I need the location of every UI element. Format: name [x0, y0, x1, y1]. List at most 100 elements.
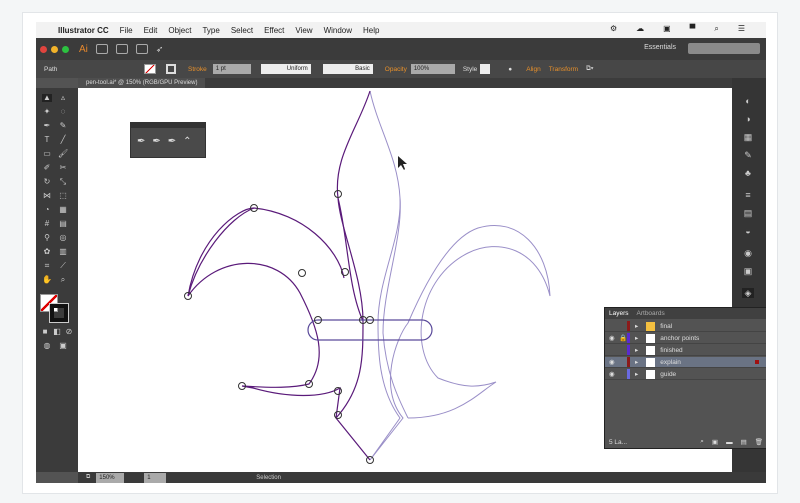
align-link[interactable]: Align: [526, 66, 540, 73]
layer-row[interactable]: ▸ finished: [605, 345, 766, 356]
stroke-swatch[interactable]: [166, 64, 176, 74]
menu-view[interactable]: View: [295, 26, 312, 35]
artboard-nav-icon[interactable]: ⧉: [86, 474, 90, 481]
gpu-icon[interactable]: ➶: [156, 44, 164, 55]
selection-tool-icon[interactable]: ▲: [42, 94, 52, 102]
menu-object[interactable]: Object: [168, 26, 191, 35]
pen-tool-icon[interactable]: ✒: [137, 136, 145, 147]
rotate-tool-icon[interactable]: ↻: [42, 178, 52, 186]
layers-panel-icon[interactable]: ◈: [742, 288, 754, 298]
workspace-switcher[interactable]: Essentials: [644, 44, 676, 51]
opacity-label[interactable]: Opacity: [385, 66, 407, 73]
type-tool-icon[interactable]: T: [42, 136, 52, 144]
line-tool-icon[interactable]: ╱: [58, 136, 68, 144]
zoom-input[interactable]: 150%: [96, 472, 125, 483]
brush-definition[interactable]: Basic: [322, 64, 373, 74]
variable-width-profile[interactable]: Uniform: [260, 64, 311, 74]
rectangle-tool-icon[interactable]: ▭: [42, 150, 52, 158]
graph-tool-icon[interactable]: ▥: [58, 248, 68, 256]
tab-layers[interactable]: Layers: [609, 310, 629, 317]
expand-icon[interactable]: ▸: [635, 334, 638, 342]
fill-swatch[interactable]: [144, 64, 156, 74]
graphic-styles-icon[interactable]: ▣: [742, 266, 754, 276]
symbols-icon[interactable]: ♣: [742, 168, 754, 178]
add-anchor-icon[interactable]: ✒: [152, 136, 160, 147]
arrange-documents-button[interactable]: [135, 44, 148, 54]
free-transform-icon[interactable]: ⬚: [58, 192, 68, 200]
search-icon[interactable]: ⌕: [714, 24, 718, 34]
delete-layer-icon[interactable]: 🗑: [755, 438, 763, 446]
delete-anchor-icon[interactable]: ✒: [168, 136, 176, 147]
arrange-icon[interactable]: ⧉▾: [586, 65, 593, 73]
eye-icon[interactable]: ◉: [609, 334, 615, 342]
perspective-grid-icon[interactable]: ▦: [58, 206, 68, 214]
brushes-icon[interactable]: ✎: [742, 150, 754, 160]
minimize-button[interactable]: [51, 45, 58, 53]
hand-tool-icon[interactable]: ✋: [42, 276, 52, 284]
locate-object-icon[interactable]: ⌕: [700, 438, 704, 446]
color-mode-icon[interactable]: ■: [40, 328, 50, 336]
stroke-weight-input[interactable]: 1 pt: [212, 64, 251, 74]
stock-button[interactable]: [115, 44, 128, 54]
gradient-panel-icon[interactable]: ▤: [742, 208, 754, 218]
display-icon[interactable]: ▀: [690, 24, 696, 34]
transparency-icon[interactable]: ◒: [742, 226, 754, 236]
blend-tool-icon[interactable]: ◎: [58, 234, 68, 242]
search-input[interactable]: [688, 43, 760, 54]
shape-builder-icon[interactable]: ◔: [42, 206, 52, 214]
layer-row[interactable]: ◉ ▸ explain: [605, 357, 766, 368]
expand-icon[interactable]: ▸: [635, 370, 638, 378]
page-input[interactable]: 1: [144, 472, 167, 483]
color-panel-icon[interactable]: ◐: [742, 96, 754, 106]
gradient-mode-icon[interactable]: ◧: [52, 328, 62, 336]
appearance-icon[interactable]: ◉: [742, 248, 754, 258]
transform-link[interactable]: Transform: [549, 66, 578, 73]
width-tool-icon[interactable]: ⋈: [42, 192, 52, 200]
swatches-icon[interactable]: ▦: [742, 132, 754, 142]
expand-icon[interactable]: ▸: [635, 322, 638, 330]
curvature-tool-icon[interactable]: ✎: [58, 122, 68, 130]
close-button[interactable]: [40, 45, 47, 53]
color-guide-icon[interactable]: ◑: [742, 114, 754, 124]
pen-tool-icon[interactable]: ✒: [42, 122, 52, 130]
document-tab[interactable]: pen-tool.ai* @ 150% (RGB/GPU Preview): [78, 78, 206, 88]
symbol-sprayer-icon[interactable]: ✿: [42, 248, 52, 256]
layer-row[interactable]: ▸ final: [605, 321, 766, 332]
bridge-button[interactable]: [95, 44, 108, 54]
menu-select[interactable]: Select: [231, 26, 253, 35]
layer-row[interactable]: ◉ 🔒 ▸ anchor points: [605, 333, 766, 344]
current-tool[interactable]: Selection: [256, 475, 281, 481]
new-layer-icon[interactable]: ▤: [741, 438, 747, 446]
mesh-tool-icon[interactable]: #: [42, 220, 52, 228]
stroke-label[interactable]: Stroke: [188, 66, 207, 73]
paintbrush-icon[interactable]: 🖌: [58, 150, 68, 158]
menu-window[interactable]: Window: [324, 26, 352, 35]
menu-type[interactable]: Type: [202, 26, 219, 35]
menu-file[interactable]: File: [120, 26, 133, 35]
eraser-icon[interactable]: ✂: [58, 164, 68, 172]
none-mode-icon[interactable]: ⊘: [64, 328, 74, 336]
direct-selection-tool-icon[interactable]: ▵: [58, 94, 68, 102]
clipping-mask-icon[interactable]: ▣: [712, 438, 718, 446]
scale-tool-icon[interactable]: ⤡: [58, 178, 68, 186]
magic-wand-icon[interactable]: ✦: [42, 108, 52, 116]
status-icon[interactable]: ⚙: [610, 24, 617, 34]
opacity-input[interactable]: 100%: [410, 64, 455, 74]
tab-artboards[interactable]: Artboards: [637, 310, 665, 317]
camera-icon[interactable]: ▣: [663, 24, 671, 34]
layer-row[interactable]: ◉ ▸ guide: [605, 369, 766, 380]
slice-tool-icon[interactable]: ⟋: [58, 262, 68, 270]
eye-icon[interactable]: ◉: [609, 358, 615, 366]
new-sublayer-icon[interactable]: ▬: [726, 439, 733, 446]
lasso-icon[interactable]: ◌: [58, 108, 68, 116]
maximize-button[interactable]: [62, 45, 69, 53]
anchor-point-tool-icon[interactable]: ⌃: [183, 136, 191, 147]
expand-icon[interactable]: ▸: [635, 358, 638, 366]
shaper-tool-icon[interactable]: ✐: [42, 164, 52, 172]
menu-edit[interactable]: Edit: [144, 26, 158, 35]
menu-help[interactable]: Help: [363, 26, 379, 35]
gradient-tool-icon[interactable]: ▤: [58, 220, 68, 228]
draw-mode-icon[interactable]: ◍: [42, 342, 52, 350]
list-icon[interactable]: ☰: [738, 24, 745, 34]
anchor-point[interactable]: [298, 269, 306, 277]
